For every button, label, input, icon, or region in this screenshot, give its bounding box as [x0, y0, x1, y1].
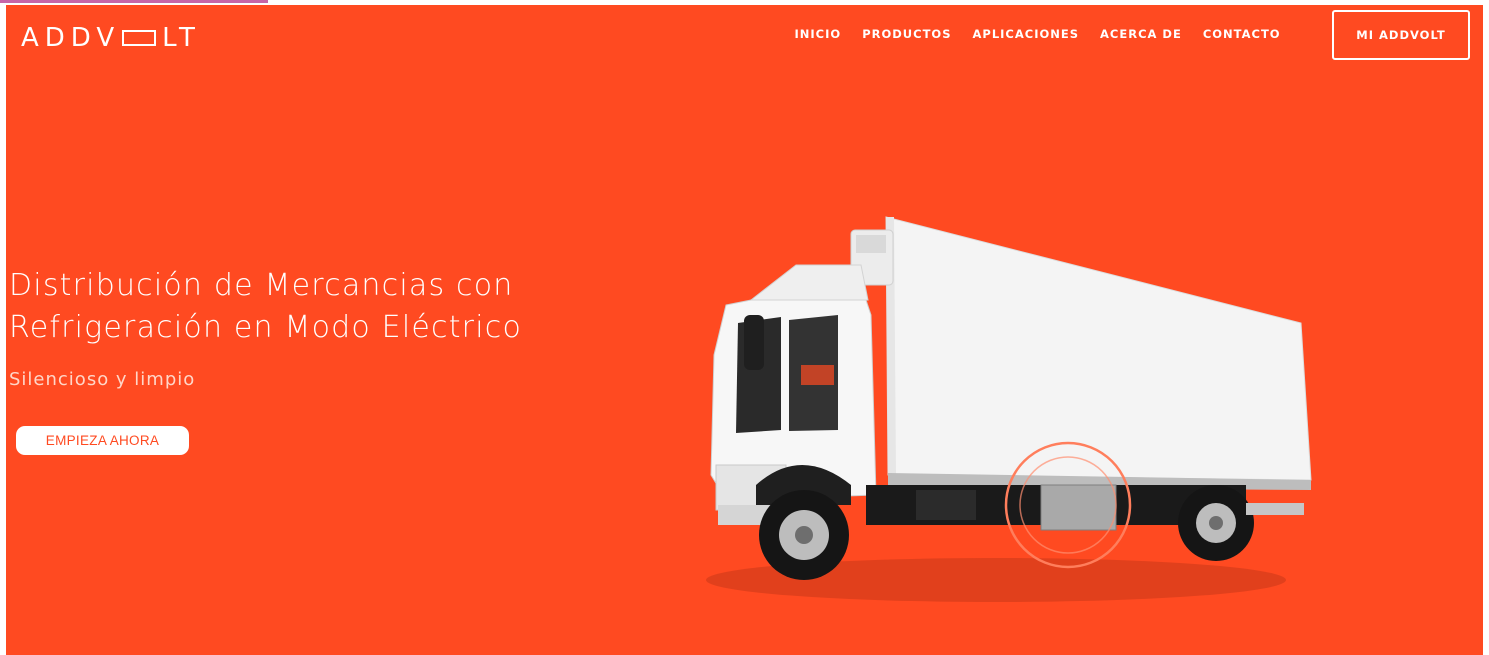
hero-headline: Distribución de Mercancias con Refrigera… [9, 265, 522, 349]
refrigerated-truck-image [706, 216, 1312, 602]
nav-item-productos[interactable]: PRODUCTOS [852, 27, 962, 41]
browser-tab-indicator [0, 0, 268, 3]
hero-headline-line1: Distribución de Mercancias con [9, 268, 514, 303]
nav-item-aplicaciones[interactable]: APLICACIONES [962, 27, 1090, 41]
hero-section: ADDV LT INICIO PRODUCTOS APLICACIONES AC… [6, 5, 1483, 655]
hero-headline-line2: Refrigeración en Modo Eléctrico [9, 310, 522, 345]
nav-item-inicio[interactable]: INICIO [784, 27, 852, 41]
page-frame: ADDV LT INICIO PRODUCTOS APLICACIONES AC… [0, 0, 1489, 655]
nav-item-contacto[interactable]: CONTACTO [1192, 27, 1291, 41]
nav-item-acerca-de[interactable]: ACERCA DE [1090, 27, 1193, 41]
logo-text-suffix: LT [162, 23, 201, 53]
hero-subheadline: Silencioso y limpio [9, 369, 196, 390]
main-nav: INICIO PRODUCTOS APLICACIONES ACERCA DE … [784, 27, 1291, 41]
mi-addvolt-button[interactable]: MI ADDVOLT [1332, 10, 1470, 60]
addvolt-logo[interactable]: ADDV LT [21, 23, 201, 53]
logo-text-prefix: ADDV [21, 23, 121, 53]
empieza-ahora-button[interactable]: EMPIEZA AHORA [16, 426, 189, 455]
logo-o-glyph-icon [122, 30, 157, 46]
